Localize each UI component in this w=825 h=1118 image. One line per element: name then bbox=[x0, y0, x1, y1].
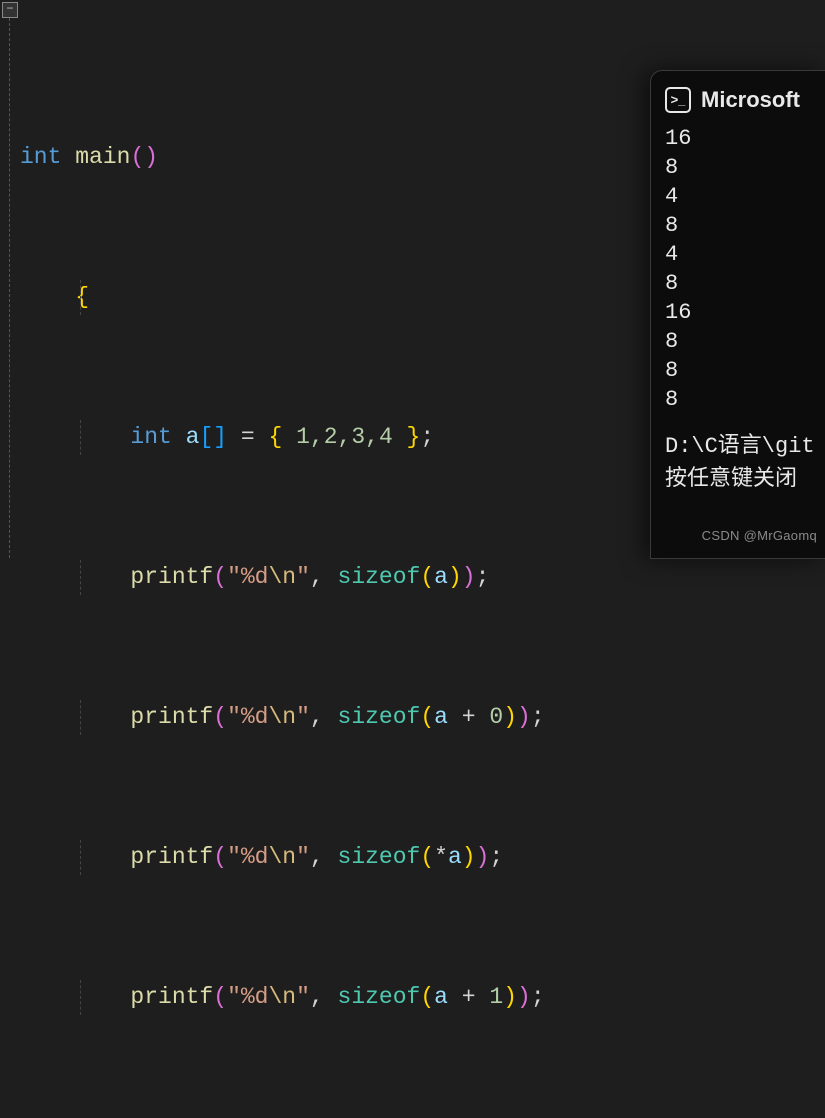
terminal-titlebar: >_ Microsoft bbox=[665, 85, 825, 114]
code-line-4: printf("%d\n", sizeof(a + 1a + 0)); bbox=[0, 700, 825, 735]
terminal-icon: >_ bbox=[665, 87, 691, 113]
output-line: 16 bbox=[665, 298, 825, 327]
output-line: 4 bbox=[665, 182, 825, 211]
output-line: 16 bbox=[665, 124, 825, 153]
output-line: 8 bbox=[665, 327, 825, 356]
watermark-text: CSDN @MrGaomq bbox=[702, 518, 817, 553]
output-line: 8 bbox=[665, 269, 825, 298]
output-line: 8 bbox=[665, 211, 825, 240]
terminal-prompt: 按任意键关闭 bbox=[665, 465, 825, 494]
terminal-output: 16 8 4 8 4 8 16 8 8 8 bbox=[665, 124, 825, 414]
output-line: 8 bbox=[665, 356, 825, 385]
terminal-path: D:\C语言\git bbox=[665, 432, 825, 461]
code-line-3: printf("%d\n", sizeof(a)); bbox=[0, 560, 825, 595]
output-line: 8 bbox=[665, 153, 825, 182]
terminal-title: Microsoft bbox=[701, 85, 800, 114]
code-line-6: printf("%d\n", sizeof(a + 1)); bbox=[0, 980, 825, 1015]
terminal-window[interactable]: >_ Microsoft 16 8 4 8 4 8 16 8 8 8 D:\C语… bbox=[650, 70, 825, 559]
output-line: 8 bbox=[665, 385, 825, 414]
collapse-toggle[interactable]: − bbox=[2, 2, 18, 18]
output-line: 4 bbox=[665, 240, 825, 269]
code-line-5: printf("%d\n", sizeof(*a)); bbox=[0, 840, 825, 875]
